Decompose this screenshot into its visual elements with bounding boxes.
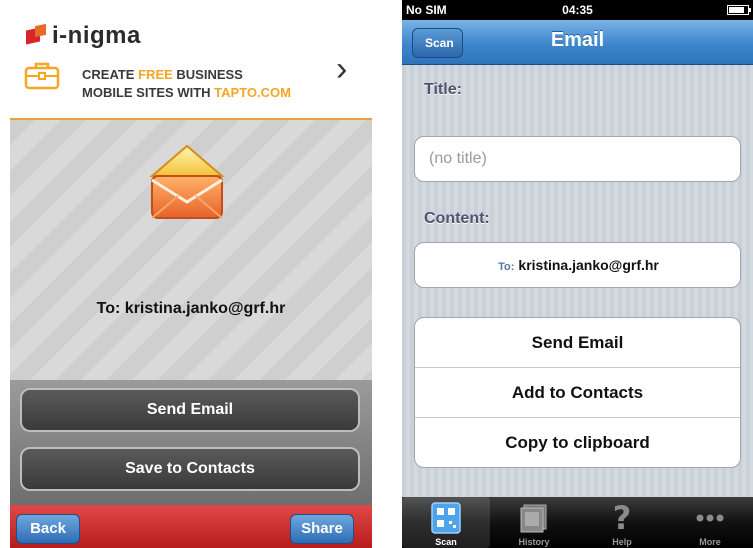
ad-text: CREATE FREE BUSINESS MOBILE SITES WITH T… xyxy=(82,66,291,102)
back-button[interactable]: Back xyxy=(16,514,80,544)
battery-icon xyxy=(727,5,751,15)
status-bar: No SIM 04:35 xyxy=(402,0,753,20)
content-recipient: To: kristina.janko@grf.hr xyxy=(415,257,742,273)
logo-text: i-nigma xyxy=(52,22,141,49)
tab-bar: Scan History ? Help More xyxy=(402,497,753,548)
svg-text:?: ? xyxy=(613,501,632,535)
tab-label: Help xyxy=(612,537,632,547)
tab-scan[interactable]: Scan xyxy=(402,497,490,548)
share-button[interactable]: Share xyxy=(290,514,354,544)
clock: 04:35 xyxy=(562,3,593,17)
history-icon xyxy=(520,504,547,533)
ad-text-part: BUSINESS xyxy=(172,67,243,82)
title-label: Title: xyxy=(424,81,462,98)
tab-more[interactable]: More xyxy=(666,497,753,548)
ios-email-screen: No SIM 04:35 Scan Email Title: (no title… xyxy=(402,0,753,548)
action-list: Send Email Add to Contacts Copy to clipb… xyxy=(414,317,741,468)
inigma-logo-mark-icon xyxy=(26,23,48,47)
bottom-toolbar: Back Share xyxy=(10,505,372,548)
copy-to-clipboard-action[interactable]: Copy to clipboard xyxy=(415,418,740,467)
title-placeholder: (no title) xyxy=(429,150,487,167)
tab-label: Scan xyxy=(435,537,457,547)
tab-label: More xyxy=(699,537,721,547)
inigma-screen: i-nigma CREATE FREE BUSINESS MOBILE SITE… xyxy=(10,0,372,548)
ad-banner[interactable]: i-nigma CREATE FREE BUSINESS MOBILE SITE… xyxy=(10,0,372,120)
title-field[interactable]: (no title) xyxy=(414,136,741,182)
content-field[interactable]: To: kristina.janko@grf.hr xyxy=(414,242,741,288)
tab-history[interactable]: History xyxy=(490,497,578,548)
add-to-contacts-action[interactable]: Add to Contacts xyxy=(415,368,740,418)
ad-text-highlight: FREE xyxy=(138,67,173,82)
tab-label: History xyxy=(518,537,550,547)
recipient-address: kristina.janko@grf.hr xyxy=(518,257,659,273)
briefcase-icon xyxy=(24,62,60,90)
help-icon: ? xyxy=(613,501,632,535)
ad-text-part: MOBILE SITES WITH xyxy=(82,85,215,100)
inigma-logo: i-nigma xyxy=(26,22,141,50)
chevron-right-icon[interactable]: › xyxy=(336,50,347,89)
ad-text-highlight: TAPTO.COM xyxy=(214,85,291,100)
email-detail: Title: (no title) Content: To: kristina.j… xyxy=(402,65,753,497)
to-label: To: xyxy=(498,261,515,273)
envelope-icon xyxy=(149,144,225,219)
ad-text-part: CREATE xyxy=(82,67,139,82)
save-to-contacts-button[interactable]: Save to Contacts xyxy=(20,447,360,491)
send-email-action[interactable]: Send Email xyxy=(415,318,740,368)
email-recipient: To: kristina.janko@grf.hr xyxy=(96,300,286,317)
send-email-button[interactable]: Send Email xyxy=(20,388,360,432)
navigation-bar: Scan Email xyxy=(402,20,753,65)
tab-help[interactable]: ? Help xyxy=(578,497,666,548)
qr-scan-icon xyxy=(431,502,461,534)
content-label: Content: xyxy=(424,210,490,227)
action-buttons-area: Send Email Save to Contacts xyxy=(10,380,372,505)
nav-title: Email xyxy=(550,29,605,51)
more-icon xyxy=(696,514,724,522)
email-result-area: To: kristina.janko@grf.hr xyxy=(10,120,372,380)
